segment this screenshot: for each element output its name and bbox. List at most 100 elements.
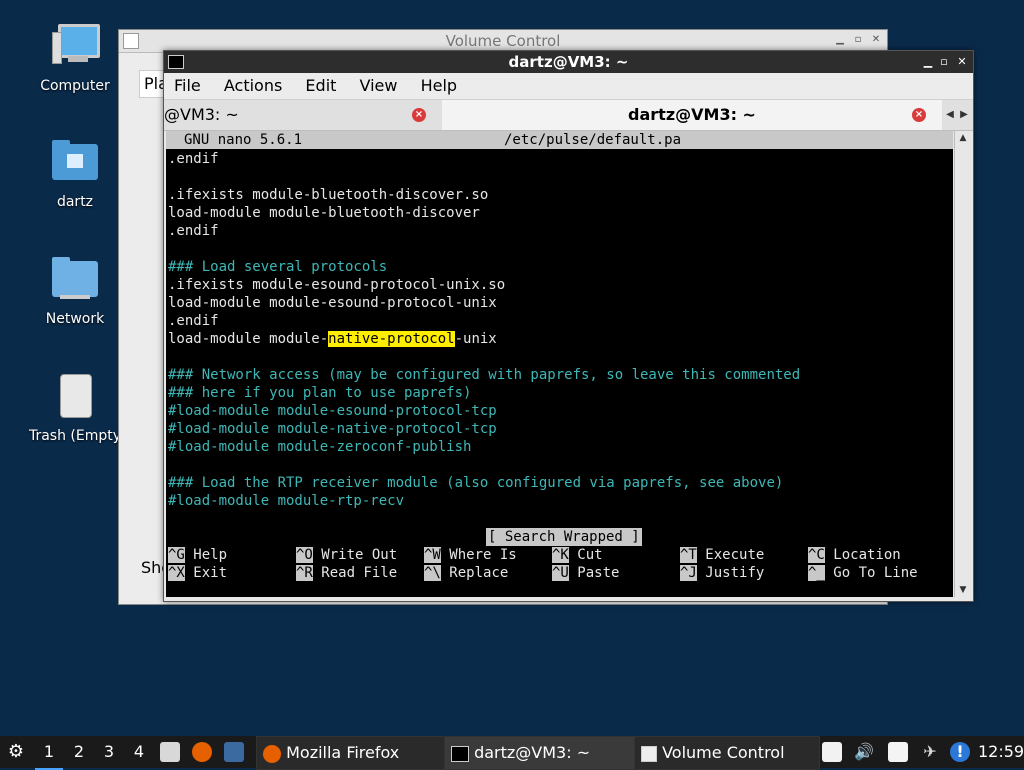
menu-file[interactable]: File: [174, 76, 201, 95]
network-folder-icon: [50, 255, 100, 305]
text-line: .endif: [168, 313, 219, 329]
text-line: .endif: [168, 223, 219, 239]
menu-actions[interactable]: Actions: [224, 76, 282, 95]
menu-bar: File Actions Edit View Help: [164, 73, 973, 100]
workspace-3[interactable]: 3: [95, 736, 123, 768]
nano-shortcut-bar: ^G Help ^O Write Out ^W Where Is ^K Cut …: [168, 546, 953, 582]
menu-view[interactable]: View: [360, 76, 398, 95]
shortcut-exit: ^X Exit: [168, 565, 228, 581]
trash-icon: [50, 372, 100, 422]
nano-version: GNU nano 5.6.1: [184, 132, 303, 148]
info-icon[interactable]: !: [950, 742, 970, 762]
line-suffix: -unix: [454, 331, 497, 347]
close-button[interactable]: ✕: [954, 53, 970, 71]
start-menu-icon[interactable]: ⚙: [4, 736, 28, 768]
tab-label: dartz@VM3: ~: [628, 105, 756, 124]
terminal-window[interactable]: dartz@VM3: ~ ▁ ▫ ✕ File Actions Edit Vie…: [163, 50, 974, 602]
network-icon[interactable]: ✈: [920, 742, 940, 762]
shortcut-replace: ^\ Replace: [424, 565, 509, 581]
terminal-icon: [168, 55, 184, 69]
tab-scroll-left-icon[interactable]: ◀: [944, 100, 956, 130]
menu-edit[interactable]: Edit: [305, 76, 336, 95]
terminal-titlebar[interactable]: dartz@VM3: ~ ▁ ▫ ✕: [164, 51, 973, 73]
task-label: Mozilla Firefox: [286, 743, 400, 762]
text-line: [168, 168, 800, 186]
tab-2[interactable]: dartz@VM3: ~ ×: [442, 100, 942, 130]
text-line: [168, 456, 800, 474]
close-icon[interactable]: ×: [412, 108, 426, 122]
nano-filename: /etc/pulse/default.pa: [504, 132, 682, 148]
scroll-down-icon[interactable]: ▼: [955, 583, 971, 597]
terminal-icon: [451, 745, 469, 762]
close-icon[interactable]: ×: [912, 108, 926, 122]
comment-line: ### Network access (may be configured wi…: [168, 367, 801, 383]
tab-label: @VM3: ~: [164, 105, 239, 124]
taskbar: ⚙ 1 2 3 4 Mozilla Firefox dartz@VM3: ~ V…: [0, 736, 1024, 770]
shortcut-go-to-line: ^_ Go To Line: [808, 565, 918, 581]
text-line: .ifexists module-bluetooth-discover.so: [168, 187, 489, 203]
maximize-button[interactable]: ▫: [936, 53, 952, 71]
task-volume-control[interactable]: Volume Control: [634, 736, 820, 770]
workspace-2[interactable]: 2: [65, 736, 93, 768]
line-prefix: load-module module-: [168, 331, 329, 347]
comment-line: #load-module module-native-protocol-tcp: [168, 421, 497, 437]
shortcut-write-out: ^O Write Out: [296, 547, 398, 563]
home-folder-icon: [50, 138, 100, 188]
comment-line: ### Load the RTP receiver module (also c…: [168, 475, 784, 491]
comment-line: #load-module module-zeroconf-publish: [168, 439, 472, 455]
desktop-icon-computer[interactable]: Computer: [25, 22, 125, 94]
clock[interactable]: 12:59: [978, 736, 1024, 768]
volume-window-icon: [123, 33, 139, 49]
shortcut-read-file: ^R Read File: [296, 565, 398, 581]
desktop-icon-label: Computer: [40, 78, 110, 94]
desktop-icon-trash[interactable]: Trash (Empty: [25, 372, 125, 444]
text-line: .endif: [168, 151, 219, 167]
desktop-icon-network[interactable]: Network: [25, 255, 125, 327]
firefox-icon[interactable]: [192, 742, 212, 762]
volume-icon[interactable]: 🔊: [854, 742, 874, 762]
terminal-content[interactable]: GNU nano 5.6.1 /etc/pulse/default.pa .en…: [166, 131, 953, 597]
tab-scroll-right-icon[interactable]: ▶: [958, 100, 970, 130]
volume-window-title: Volume Control: [445, 32, 561, 50]
task-label: dartz@VM3: ~: [474, 743, 591, 762]
clipboard-icon[interactable]: [888, 742, 908, 762]
comment-line: #load-module module-esound-protocol-tcp: [168, 403, 497, 419]
text-line-with-match: load-module module-native-protocol-unix: [168, 330, 800, 348]
task-terminal[interactable]: dartz@VM3: ~: [444, 736, 636, 770]
task-firefox[interactable]: Mozilla Firefox: [256, 736, 446, 770]
tab-1[interactable]: @VM3: ~ ×: [164, 100, 440, 130]
maximize-button[interactable]: ▫: [851, 32, 865, 48]
notes-icon[interactable]: [822, 742, 842, 762]
task-label: Volume Control: [662, 743, 785, 762]
search-match-highlight: native-protocol: [328, 331, 455, 347]
text-line: .ifexists module-esound-protocol-unix.so: [168, 277, 506, 293]
minimize-button[interactable]: ▁: [833, 32, 847, 48]
workspace-1[interactable]: 1: [35, 736, 63, 770]
desktop-icon[interactable]: [224, 742, 244, 762]
comment-line: #load-module module-rtp-recv: [168, 493, 405, 509]
shortcut-where-is: ^W Where Is: [424, 547, 517, 563]
shortcut-cut: ^K Cut: [552, 547, 603, 563]
desktop-icon-label: dartz: [56, 194, 94, 210]
shortcut-paste: ^U Paste: [552, 565, 620, 581]
text-line: load-module module-esound-protocol-unix: [168, 295, 497, 311]
comment-line: ### here if you plan to use paprefs): [168, 385, 472, 401]
scroll-up-icon[interactable]: ▲: [955, 131, 971, 145]
desktop-icon-label: Trash (Empty: [28, 428, 122, 444]
desktop-icon-home[interactable]: dartz: [25, 138, 125, 210]
menu-help[interactable]: Help: [421, 76, 457, 95]
file-manager-icon[interactable]: [160, 742, 180, 762]
text-line: [168, 240, 800, 258]
terminal-title: dartz@VM3: ~: [508, 53, 629, 71]
tab-bar: @VM3: ~ × dartz@VM3: ~ × ◀ ▶: [164, 100, 973, 131]
shortcut-location: ^C Location: [808, 547, 901, 563]
minimize-button[interactable]: ▁: [920, 53, 936, 71]
workspace-4[interactable]: 4: [125, 736, 153, 768]
close-button[interactable]: ✕: [869, 32, 883, 48]
nano-header: GNU nano 5.6.1 /etc/pulse/default.pa: [166, 131, 953, 149]
shortcut-help: ^G Help: [168, 547, 228, 563]
terminal-scrollbar[interactable]: ▲ ▼: [954, 131, 971, 597]
shortcut-execute: ^T Execute: [680, 547, 765, 563]
nano-buffer[interactable]: .endif .ifexists module-bluetooth-discov…: [168, 150, 800, 510]
shortcut-justify: ^J Justify: [680, 565, 765, 581]
